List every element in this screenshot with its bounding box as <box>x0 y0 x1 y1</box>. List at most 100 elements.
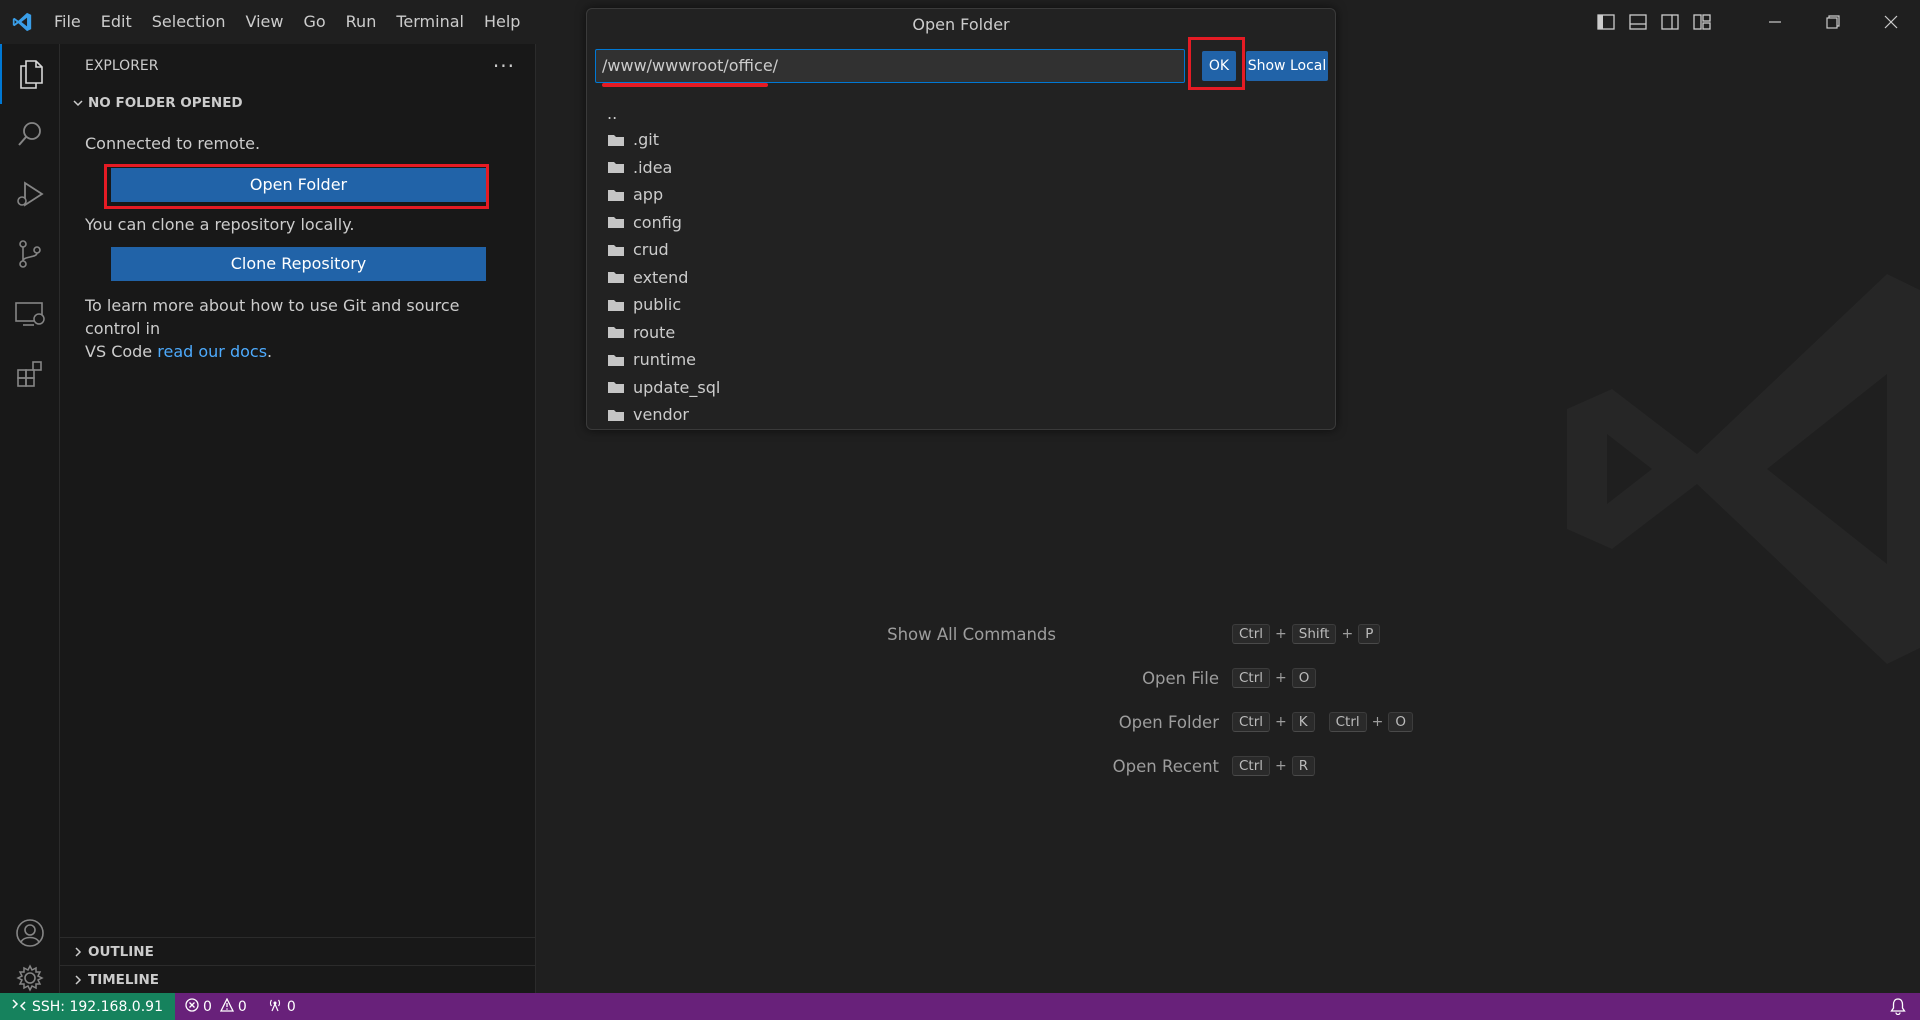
remote-explorer-icon[interactable] <box>0 284 60 344</box>
menu-help[interactable]: Help <box>474 0 530 44</box>
folder-icon <box>607 188 633 202</box>
menu-terminal[interactable]: Terminal <box>386 0 474 44</box>
folder-icon <box>607 160 633 174</box>
search-icon[interactable] <box>0 104 60 164</box>
account-icon[interactable] <box>0 903 60 963</box>
learn-text-line-1: To learn more about how to use Git and s… <box>85 296 460 338</box>
clone-text: You can clone a repository locally. <box>85 215 355 234</box>
list-item[interactable]: route <box>587 319 1335 347</box>
customize-layout-icon[interactable] <box>1686 0 1718 44</box>
folder-list: .. .git .idea app config crud extend pub… <box>587 104 1335 429</box>
no-folder-section-header[interactable]: NO FOLDER OPENED <box>60 88 535 118</box>
timeline-section-header[interactable]: TIMELINE <box>60 965 536 993</box>
folder-name: vendor <box>633 405 689 425</box>
kbd-key: Ctrl <box>1232 756 1271 776</box>
parent-folder-label: .. <box>607 104 618 123</box>
menu-run[interactable]: Run <box>336 0 387 44</box>
folder-icon <box>607 380 633 394</box>
parent-folder-item[interactable]: .. <box>587 104 1335 126</box>
remote-icon <box>12 998 26 1016</box>
bell-icon[interactable] <box>1890 998 1906 1019</box>
menu-file[interactable]: File <box>44 0 91 44</box>
list-item[interactable]: public <box>587 291 1335 319</box>
kbd-key: K <box>1291 712 1315 732</box>
warning-count: 0 <box>237 998 247 1015</box>
folder-path-input[interactable]: /www/wwwroot/office/ <box>595 49 1185 83</box>
learn-more-text: To learn more about how to use Git and s… <box>60 294 535 363</box>
read-our-docs-link[interactable]: read our docs <box>157 342 267 361</box>
folder-name: public <box>633 295 682 315</box>
list-item[interactable]: .git <box>587 126 1335 154</box>
list-item[interactable]: app <box>587 181 1335 209</box>
explorer-icon[interactable] <box>0 44 60 104</box>
list-item[interactable]: crud <box>587 236 1335 264</box>
menu-view[interactable]: View <box>236 0 294 44</box>
shortcut-keys: Ctrl + K Ctrl + O <box>1229 710 1416 734</box>
list-item[interactable]: config <box>587 209 1335 237</box>
ports-count: 0 <box>286 998 296 1015</box>
shortcut-label: Open Recent <box>1112 756 1219 776</box>
folder-name: crud <box>633 240 669 260</box>
menu-bar: File Edit Selection View Go Run Terminal… <box>44 0 530 44</box>
section-title: NO FOLDER OPENED <box>88 95 243 111</box>
show-local-button[interactable]: Show Local <box>1246 51 1328 81</box>
chevron-down-icon <box>68 97 88 109</box>
toggle-secondary-sidebar-icon[interactable] <box>1654 0 1686 44</box>
kbd-key: Ctrl <box>1232 712 1271 732</box>
menu-edit[interactable]: Edit <box>91 0 142 44</box>
list-item[interactable]: runtime <box>587 346 1335 374</box>
error-count: 0 <box>202 998 212 1015</box>
shortcut-label: Show All Commands <box>887 624 1056 644</box>
extensions-icon[interactable] <box>0 344 60 404</box>
activity-bar <box>0 44 60 993</box>
clone-repository-button[interactable]: Clone Repository <box>111 247 486 281</box>
remote-label: SSH: 192.168.0.91 <box>32 998 163 1015</box>
folder-icon <box>607 325 633 339</box>
vscode-watermark-icon <box>1567 274 1920 668</box>
list-item[interactable]: extend <box>587 264 1335 292</box>
gear-icon[interactable] <box>0 962 60 993</box>
kbd-key: O <box>1291 668 1317 688</box>
learn-text-line-2: VS Code <box>85 342 153 361</box>
outline-section-header[interactable]: OUTLINE <box>60 937 536 965</box>
kbd-key: O <box>1388 712 1414 732</box>
folder-icon <box>607 243 633 257</box>
explorer-title: EXPLORER <box>85 58 159 74</box>
source-control-icon[interactable] <box>0 224 60 284</box>
kbd-key: P <box>1358 624 1381 644</box>
minimize-icon[interactable] <box>1746 0 1804 44</box>
more-actions-icon[interactable]: ··· <box>493 54 515 78</box>
folder-icon <box>607 270 633 284</box>
list-item[interactable]: .idea <box>587 154 1335 182</box>
status-bar: SSH: 192.168.0.91 0 0 0 <box>0 993 1920 1020</box>
folder-name: app <box>633 185 664 205</box>
restore-icon[interactable] <box>1804 0 1862 44</box>
kbd-key: Ctrl <box>1232 668 1271 688</box>
menu-go[interactable]: Go <box>293 0 335 44</box>
chevron-right-icon <box>68 946 88 958</box>
run-debug-icon[interactable] <box>0 164 60 224</box>
close-icon[interactable] <box>1862 0 1920 44</box>
kbd-key: Shift <box>1291 624 1337 644</box>
connected-text: Connected to remote. <box>85 134 261 153</box>
ports-indicator[interactable]: 0 <box>257 998 306 1016</box>
shortcut-label: Open File <box>1142 668 1219 688</box>
list-item[interactable]: update_sql <box>587 374 1335 402</box>
menu-selection[interactable]: Selection <box>142 0 236 44</box>
toggle-primary-sidebar-icon[interactable] <box>1590 0 1622 44</box>
list-item[interactable]: vendor <box>587 401 1335 429</box>
highlight-ok-button <box>1188 37 1245 90</box>
warning-icon <box>219 997 234 1016</box>
toggle-panel-icon[interactable] <box>1622 0 1654 44</box>
timeline-title: TIMELINE <box>88 971 160 988</box>
kbd-key: Ctrl <box>1328 712 1367 732</box>
shortcut-label: Open Folder <box>1118 712 1219 732</box>
problems-indicator[interactable]: 0 0 <box>175 997 257 1016</box>
remote-indicator[interactable]: SSH: 192.168.0.91 <box>0 993 175 1020</box>
folder-icon <box>607 215 633 229</box>
learn-text-end: . <box>267 342 273 361</box>
kbd-key: R <box>1291 756 1316 776</box>
folder-name: .git <box>633 130 659 150</box>
broadcast-icon <box>267 998 283 1016</box>
folder-name: extend <box>633 267 689 287</box>
